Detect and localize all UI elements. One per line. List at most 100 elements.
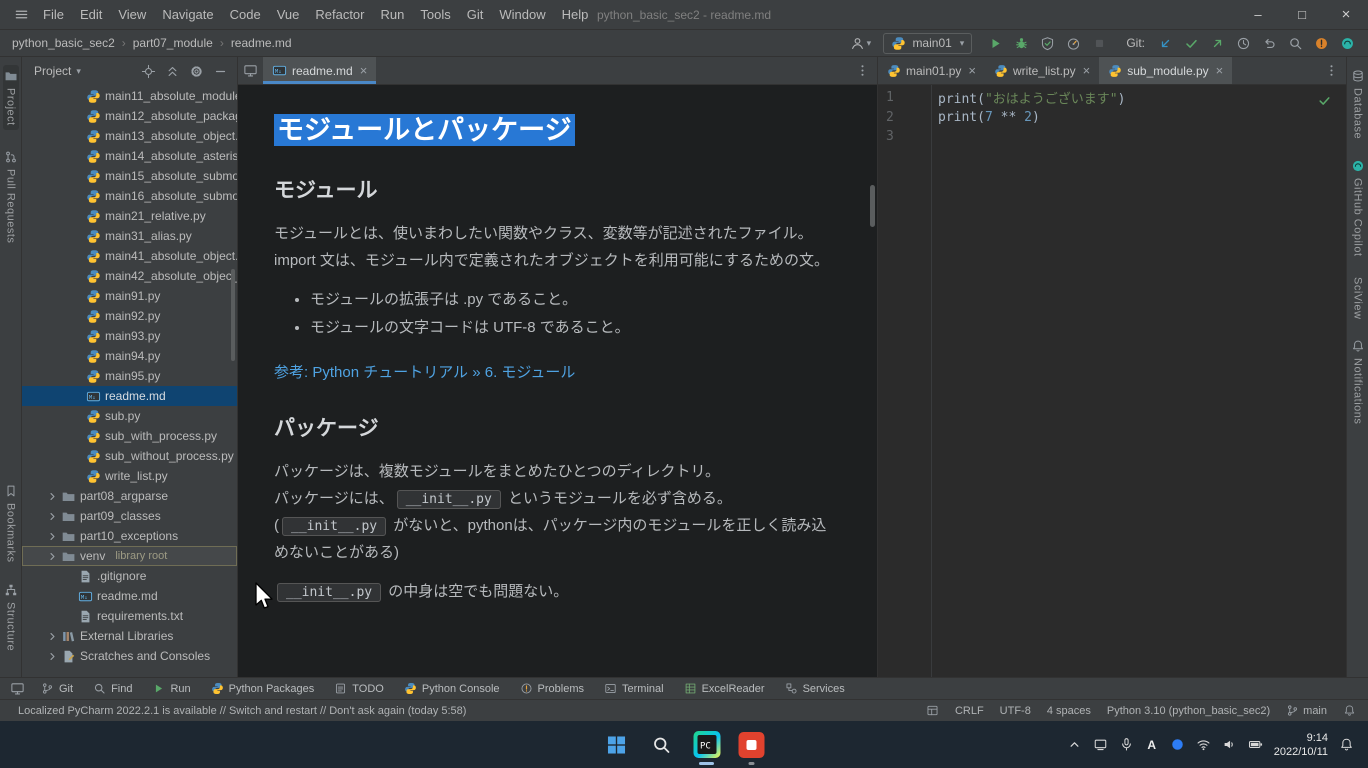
toolwindow-python-packages[interactable]: Python Packages [201,678,325,699]
search-everywhere-button[interactable] [1282,32,1308,54]
close-icon[interactable]: × [1083,63,1091,78]
maximize-button[interactable]: □ [1280,0,1324,30]
menu-navigate[interactable]: Navigate [154,7,221,22]
tree-scrollbar[interactable] [231,269,235,361]
project-view-selector[interactable]: Project ▾ [34,64,81,78]
status-editor-layout[interactable] [926,704,939,717]
stop-button[interactable] [1086,32,1112,54]
tree-item-main91-py[interactable]: main91.py [22,286,237,306]
status-interpreter[interactable]: Python 3.10 (python_basic_sec2) [1107,705,1270,717]
toolwindow-find[interactable]: Find [83,678,142,699]
preview-scrollbar[interactable] [870,185,875,227]
code-line-3[interactable]: 3 [878,127,1346,147]
commit-button[interactable] [1178,32,1204,54]
toolwindow-todo[interactable]: TODO [324,678,394,699]
close-icon[interactable]: × [968,63,976,78]
toolwindow-button-bookmarks[interactable]: Bookmarks [4,484,18,563]
tab-sub-module-py[interactable]: sub_module.py× [1099,57,1232,84]
tree-item-main31-alias-py[interactable]: main31_alias.py [22,226,237,246]
volume-icon[interactable] [1222,737,1237,752]
menu-code[interactable]: Code [222,7,269,22]
copilot-status-button[interactable] [1334,32,1360,54]
status-notifications[interactable] [1343,704,1356,717]
tree-item-requirements-txt[interactable]: requirements.txt [22,606,237,626]
preview-layout-icon[interactable] [238,63,263,78]
tree-item-readme-md[interactable]: M↓readme.md [22,386,237,406]
code-editor[interactable]: 1print("おはようございます")2print(7 ** 2)3 [878,85,1346,677]
menu-git[interactable]: Git [459,7,492,22]
tree-item-main12-absolute-package[interactable]: main12_absolute_package [22,106,237,126]
menu-run[interactable]: Run [373,7,413,22]
breadcrumb-part07-module[interactable]: part07_module [129,36,217,50]
toolwindow-button-sciview[interactable]: SciView [1352,277,1364,319]
start-button[interactable] [601,724,633,766]
toolwindow-excelreader[interactable]: ExcelReader [674,678,775,699]
tree-item-sub-with-process-py[interactable]: sub_with_process.py [22,426,237,446]
taskbar-recorder-button[interactable] [736,724,768,766]
code-line-2[interactable]: 2print(7 ** 2) [878,108,1346,128]
toolwindow-button-github-copilot[interactable]: GitHub Copilot [1351,159,1365,257]
toolwindow-services[interactable]: Services [775,678,855,699]
tree-item-sub-py[interactable]: sub.py [22,406,237,426]
toolwindow-button-pull-requests[interactable]: Pull Requests [4,150,18,243]
breadcrumb-python-basic-sec2[interactable]: python_basic_sec2 [8,36,119,50]
toolwindow-problems[interactable]: Problems [510,678,594,699]
tree-item-main41-absolute-object-p[interactable]: main41_absolute_object.p [22,246,237,266]
tree-item-main16-absolute-submod[interactable]: main16_absolute_submod [22,186,237,206]
debug-button[interactable] [1008,32,1034,54]
tree-item-main11-absolute-module[interactable]: main11_absolute_module. [22,86,237,106]
tree-item-readme-md[interactable]: M↓readme.md [22,586,237,606]
tree-item-main21-relative-py[interactable]: main21_relative.py [22,206,237,226]
profiler-button[interactable] [1060,32,1086,54]
more-options-icon[interactable] [855,63,870,78]
tree-item-main95-py[interactable]: main95.py [22,366,237,386]
menu-vue[interactable]: Vue [269,7,308,22]
tab-main01-py[interactable]: main01.py× [878,57,985,84]
status-indent-style[interactable]: 4 spaces [1047,705,1091,717]
run-with-coverage-button[interactable] [1034,32,1060,54]
user-menu-button[interactable]: ▾ [847,32,873,54]
tray-blue-app-icon[interactable] [1170,737,1185,752]
status-encoding[interactable]: UTF-8 [1000,705,1031,717]
status-line-separator[interactable]: CRLF [955,705,984,717]
tab-readme-md[interactable]: M↓ readme.md × [263,57,376,84]
status-git-branch[interactable]: main [1286,704,1327,717]
toolwindow-button-database[interactable]: Database [1351,69,1365,139]
tree-item-main15-absolute-submod[interactable]: main15_absolute_submod [22,166,237,186]
minimize-button[interactable]: – [1236,0,1280,30]
toolwindow-run[interactable]: Run [142,678,200,699]
inspections-ok-icon[interactable] [1317,93,1332,108]
tree-item-main13-absolute-object-p[interactable]: main13_absolute_object.p [22,126,237,146]
menu-view[interactable]: View [110,7,154,22]
menu-window[interactable]: Window [491,7,553,22]
more-options-icon[interactable] [1324,63,1339,78]
menu-refactor[interactable]: Refactor [307,7,372,22]
tray-expand-icon[interactable] [1067,737,1082,752]
tree-item-main14-absolute-asterisk-p[interactable]: main14_absolute_asterisk.p [22,146,237,166]
toolwindow-terminal[interactable]: Terminal [594,678,674,699]
push-button[interactable] [1204,32,1230,54]
locate-file-button[interactable] [137,61,159,81]
breadcrumb-readme-md[interactable]: readme.md [227,36,296,50]
notifications-icon[interactable] [1339,737,1354,752]
tutorial-link[interactable]: Python チュートリアル » 6. モジュール [312,364,575,381]
tree-item-gitignore[interactable]: .gitignore [22,566,237,586]
ime-indicator[interactable]: A [1145,738,1159,752]
run-config-selector[interactable]: main01 ▾ [883,33,972,54]
battery-icon[interactable] [1248,737,1263,752]
menu-help[interactable]: Help [554,7,597,22]
menu-tools[interactable]: Tools [412,7,458,22]
taskbar-search-button[interactable] [646,724,678,766]
code-line-1[interactable]: 1print("おはようございます") [878,88,1346,108]
taskbar-clock[interactable]: 9:14 2022/10/11 [1274,731,1328,759]
toolwindow-git[interactable]: Git [31,678,83,699]
taskbar-pycharm-button[interactable]: PC [691,724,723,766]
tray-app-icon[interactable] [1093,737,1108,752]
tree-item-part08-argparse[interactable]: part08_argparse [22,486,237,506]
panel-settings-button[interactable] [185,61,207,81]
tree-item-sub-without-process-py[interactable]: sub_without_process.py [22,446,237,466]
close-icon[interactable]: × [360,63,368,78]
tree-item-venv[interactable]: venvlibrary root [22,546,237,566]
tab-write-list-py[interactable]: write_list.py× [985,57,1099,84]
main-menu-icon[interactable] [8,7,35,22]
